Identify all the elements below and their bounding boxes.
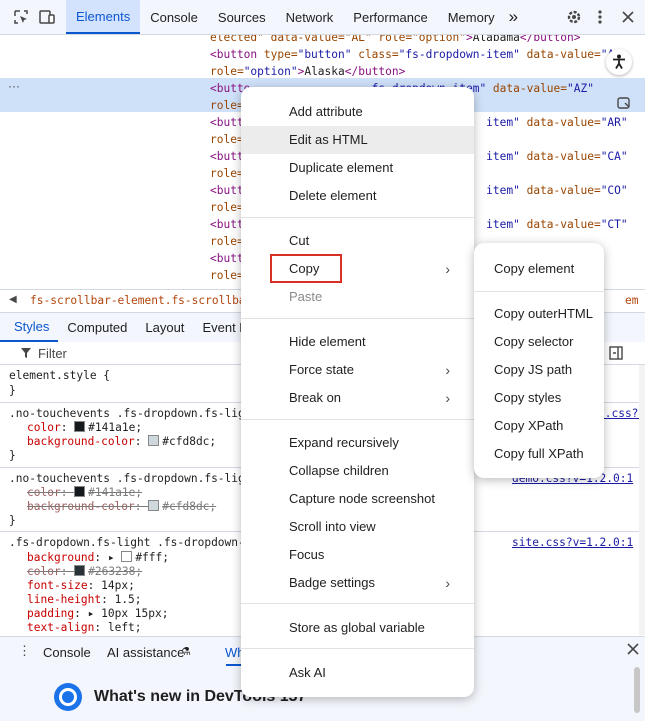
tab-performance[interactable]: Performance [343,0,437,34]
menu-item-duplicate-element[interactable]: Duplicate element [241,154,474,182]
chevron-right-icon: › [445,362,450,378]
submenu-item-copy-xpath[interactable]: Copy XPath [474,412,604,440]
screenshot-node-icon[interactable] [616,95,632,111]
toggle-sidebar-icon[interactable] [608,345,624,364]
tab-elements[interactable]: Elements [66,0,141,34]
rule1-source[interactable]: t.css?v=1.2.0:1 [598,407,640,421]
menu-item-edit-as-html[interactable]: Edit as HTML [241,126,474,154]
rule3-prop-color: color: #263238; [27,565,143,578]
chrome-logo-icon [52,681,84,716]
whats-new-scrollbar[interactable] [634,667,640,713]
flask-icon: ⚗ [181,646,191,658]
menu-item-expand-recursively[interactable]: Expand recursively [241,429,474,457]
color-swatch [74,421,86,432]
tree-line[interactable]: elected" data-value="AL" role="option">A… [210,35,580,46]
rule1-prop-bg: background-color: #cfd8dc; [27,435,217,448]
menu-item-capture-node-screenshot[interactable]: Capture node screenshot [241,485,474,513]
chevron-right-icon: › [445,575,450,591]
chevron-right-icon: › [445,390,450,406]
submenu-item-copy-element[interactable]: Copy element [474,255,604,283]
copy-submenu: Copy element Copy outerHTML Copy selector C… [474,243,604,478]
rule2-prop-bg: background-color: #cfd8dc; [27,500,217,513]
menu-item-copy[interactable]: Copy › [241,255,474,283]
accessibility-icon[interactable] [606,49,632,75]
breadcrumb-right[interactable]: em [625,294,638,307]
menu-item-ask-ai[interactable]: Ask AI [241,659,474,687]
tab-console[interactable]: Console [140,0,208,34]
rule3-source[interactable]: site.css?v=1.2.0:1 [512,536,633,550]
tree-line[interactable]: role= [210,97,244,114]
rule-close: } [9,384,16,397]
submenu-item-copy-js-path[interactable]: Copy JS path [474,356,604,384]
tree-line[interactable]: role= [210,267,244,284]
rule3-prop-line-height: line-height: 1.5; [27,593,142,606]
menu-item-cut[interactable]: Cut [241,227,474,255]
node-menu-icon[interactable]: ··· [8,79,20,93]
submenu-item-copy-styles[interactable]: Copy styles [474,384,604,412]
tree-line[interactable]: role= [210,233,244,250]
submenu-item-copy-full-xpath[interactable]: Copy full XPath [474,440,604,468]
menu-item-store-as-global-variable[interactable]: Store as global variable [241,614,474,642]
menu-item-break-on[interactable]: Break on › [241,384,474,412]
tree-line[interactable]: <button type="button" class="fs-dropdown… [210,46,614,63]
rule3-prop-background: background: ▸ #fff; [27,551,170,564]
menu-item-scroll-into-view[interactable]: Scroll into view [241,513,474,541]
device-toggle-icon[interactable] [36,6,58,28]
crumb-scroll-left-icon[interactable]: ◀ [9,294,17,305]
rule1-prop-color: color: #141a1e; [27,421,143,434]
tab-sources[interactable]: Sources [208,0,276,34]
drawer-tab-ai-assistance[interactable]: AI assistance [107,645,184,660]
tree-line[interactable]: role= [210,165,244,182]
filter-icon [20,347,32,362]
menu-item-delete-element[interactable]: Delete element [241,182,474,210]
tree-line[interactable]: role="option">Alaska</button> [210,63,405,80]
tab-layout[interactable]: Layout [136,313,193,342]
rule3-prop-font-size: font-size: 14px; [27,579,135,592]
menu-item-focus[interactable]: Focus [241,541,474,569]
color-swatch [148,435,160,446]
tab-network[interactable]: Network [276,0,344,34]
chevron-right-icon: › [445,261,450,277]
drawer-menu-icon[interactable]: ⋮ [18,643,31,659]
styles-scrollbar[interactable] [639,365,645,635]
tab-computed[interactable]: Computed [58,313,136,342]
submenu-item-copy-selector[interactable]: Copy selector [474,328,604,356]
menu-item-add-attribute[interactable]: Add attribute [241,98,474,126]
tree-line[interactable]: role= [210,199,244,216]
more-options-icon[interactable] [589,6,611,28]
rule1-selector[interactable]: .no-touchevents .fs-dropdown.fs-ligh [9,407,251,421]
rule3-selector[interactable]: .fs-dropdown.fs-light .fs-dropdown- [9,536,245,550]
menu-item-paste[interactable]: Paste [241,283,474,311]
tab-styles[interactable]: Styles [0,313,59,342]
devtools-toolbar: Elements Console Sources Network Perform… [0,0,645,35]
rule2-prop-color: color: #141a1e; [27,486,143,499]
filter-input[interactable]: Filter [38,346,67,361]
menu-item-force-state[interactable]: Force state › [241,356,474,384]
close-icon[interactable] [617,6,639,28]
menu-item-badge-settings[interactable]: Badge settings › [241,569,474,597]
drawer-tab-console[interactable]: Console [43,645,91,660]
drawer-close-icon[interactable] [627,643,639,658]
menu-item-collapse-children[interactable]: Collapse children [241,457,474,485]
rule3-prop-text-align: text-align: left; [27,621,142,634]
tab-memory[interactable]: Memory [438,0,505,34]
menu-item-hide-element[interactable]: Hide element [241,328,474,356]
submenu-item-copy-outerhtml[interactable]: Copy outerHTML [474,300,604,328]
inspect-element-icon[interactable] [10,6,32,28]
rule2-selector[interactable]: .no-touchevents .fs-dropdown.fs-ligh [9,472,251,486]
tree-line[interactable]: role= [210,131,244,148]
settings-gear-icon[interactable] [563,6,585,28]
context-menu: Add attribute Edit as HTML Duplicate eleme… [241,87,474,697]
element-style-selector[interactable]: element.style { [9,369,110,383]
more-tabs-icon[interactable]: » [505,0,522,34]
rule3-prop-padding: padding: ▸ 10px 15px; [27,607,169,620]
